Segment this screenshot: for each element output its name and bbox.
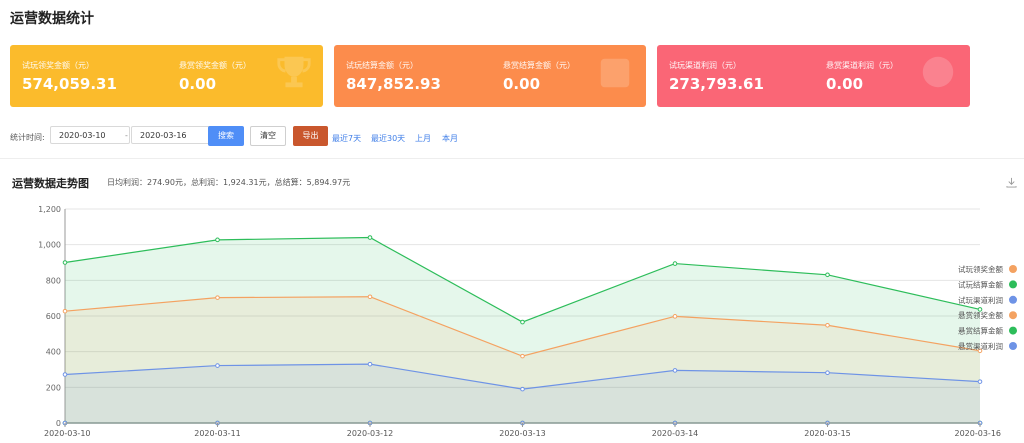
data-point [977, 379, 983, 384]
y-tick-label: 1,000 [38, 241, 61, 250]
legend-label: 试玩结算金额 [958, 279, 1003, 289]
x-tick-label: 2020-03-14 [652, 429, 699, 438]
legend-marker [1009, 326, 1017, 335]
quick-link-this-month[interactable]: 本月 [442, 133, 458, 144]
chart-title: 运营数据走势图 [12, 177, 89, 190]
data-point [520, 353, 525, 359]
data-point [672, 261, 678, 266]
y-tick-label: 400 [46, 348, 61, 357]
data-point [367, 361, 373, 367]
trophy-icon [277, 56, 311, 88]
data-point [367, 235, 373, 240]
stat-card-trial-reward: 试玩领奖金额（元） 574,059.31 悬赏领奖金额（元） 0.00 [10, 45, 323, 107]
card-value: 0.00 [179, 75, 217, 93]
x-tick-label: 2020-03-13 [499, 429, 546, 438]
card-label: 试玩结算金额（元） [346, 61, 418, 70]
card-label: 悬赏渠道利润（元） [826, 61, 898, 70]
legend-label: 悬赏结算金额 [958, 326, 1003, 336]
wallet-icon [600, 58, 630, 88]
stat-card-trial-profit: 试玩渠道利润（元） 273,793.61 悬赏渠道利润（元） 0.00 [657, 45, 970, 107]
y-tick-label: 600 [46, 312, 61, 321]
data-point [367, 294, 373, 300]
x-tick-label: 2020-03-11 [194, 429, 241, 438]
legend-marker [1009, 311, 1017, 320]
data-point [672, 368, 678, 373]
section-divider [0, 158, 1024, 159]
data-point [215, 295, 220, 300]
data-point [215, 363, 220, 368]
date-separator: - [125, 131, 128, 140]
data-point [825, 272, 830, 278]
card-value: 0.00 [503, 75, 541, 93]
data-point [62, 372, 68, 377]
data-point [62, 260, 68, 265]
end-date-input[interactable]: 2020-03-16 [131, 126, 211, 144]
legend-marker [1009, 280, 1017, 289]
legend-label: 悬赏渠道利润 [958, 341, 1003, 351]
card-value: 0.00 [826, 75, 864, 93]
trend-chart: 0 200 400 600 800 1,000 1,200 2020-03-10 2020-03… [38, 205, 1017, 438]
stat-card-trial-settlement: 试玩结算金额（元） 847,852.93 悬赏结算金额（元） 0.00 [334, 45, 646, 107]
card-label: 试玩渠道利润（元） [669, 61, 741, 70]
page-title: 运营数据统计 [10, 11, 94, 27]
y-tick-label: 1,200 [38, 205, 61, 214]
date-range-label: 统计时间: [10, 133, 45, 142]
card-value: 574,059.31 [22, 75, 117, 93]
data-point [825, 370, 830, 376]
data-point [520, 319, 525, 325]
chart-summary: 日均利润：274.90元，总利润：1,924.31元，总结算：5,894.97元 [107, 178, 351, 187]
legend-label: 试玩渠道利润 [958, 295, 1003, 305]
search-button[interactable]: 搜索 [208, 126, 244, 146]
quick-link-last-7-days[interactable]: 最近7天 [332, 133, 361, 144]
data-point [825, 322, 830, 328]
start-date-input[interactable]: 2020-03-10 [50, 126, 130, 144]
card-label: 试玩领奖金额（元） [22, 61, 94, 70]
x-tick-label: 2020-03-15 [804, 429, 851, 438]
quick-link-last-month[interactable]: 上月 [415, 133, 431, 144]
download-icon[interactable] [1006, 177, 1017, 188]
y-tick-label: 200 [46, 383, 61, 392]
y-tick-label: 800 [46, 276, 61, 285]
clear-button[interactable]: 清空 [250, 126, 286, 146]
legend-marker [1009, 342, 1017, 350]
data-point [672, 314, 678, 319]
card-value: 273,793.61 [669, 75, 764, 93]
card-value: 847,852.93 [346, 75, 441, 93]
quick-link-last-30-days[interactable]: 最近30天 [371, 133, 405, 144]
legend-marker [1009, 295, 1017, 304]
card-label: 悬赏领奖金额（元） [179, 61, 251, 70]
card-label: 悬赏结算金额（元） [503, 61, 575, 70]
x-tick-label: 2020-03-16 [955, 429, 1002, 438]
x-tick-label: 2020-03-10 [44, 429, 91, 438]
smiley-icon [922, 56, 954, 88]
data-point [215, 237, 220, 243]
data-point [62, 308, 68, 314]
x-tick-label: 2020-03-12 [347, 429, 394, 438]
legend-label: 悬赏领奖金额 [958, 310, 1003, 320]
data-point [520, 386, 525, 392]
legend-label: 试玩领奖金额 [958, 264, 1003, 274]
y-tick-label: 0 [56, 419, 61, 428]
legend-marker [1009, 265, 1017, 273]
export-button[interactable]: 导出 [293, 126, 328, 146]
